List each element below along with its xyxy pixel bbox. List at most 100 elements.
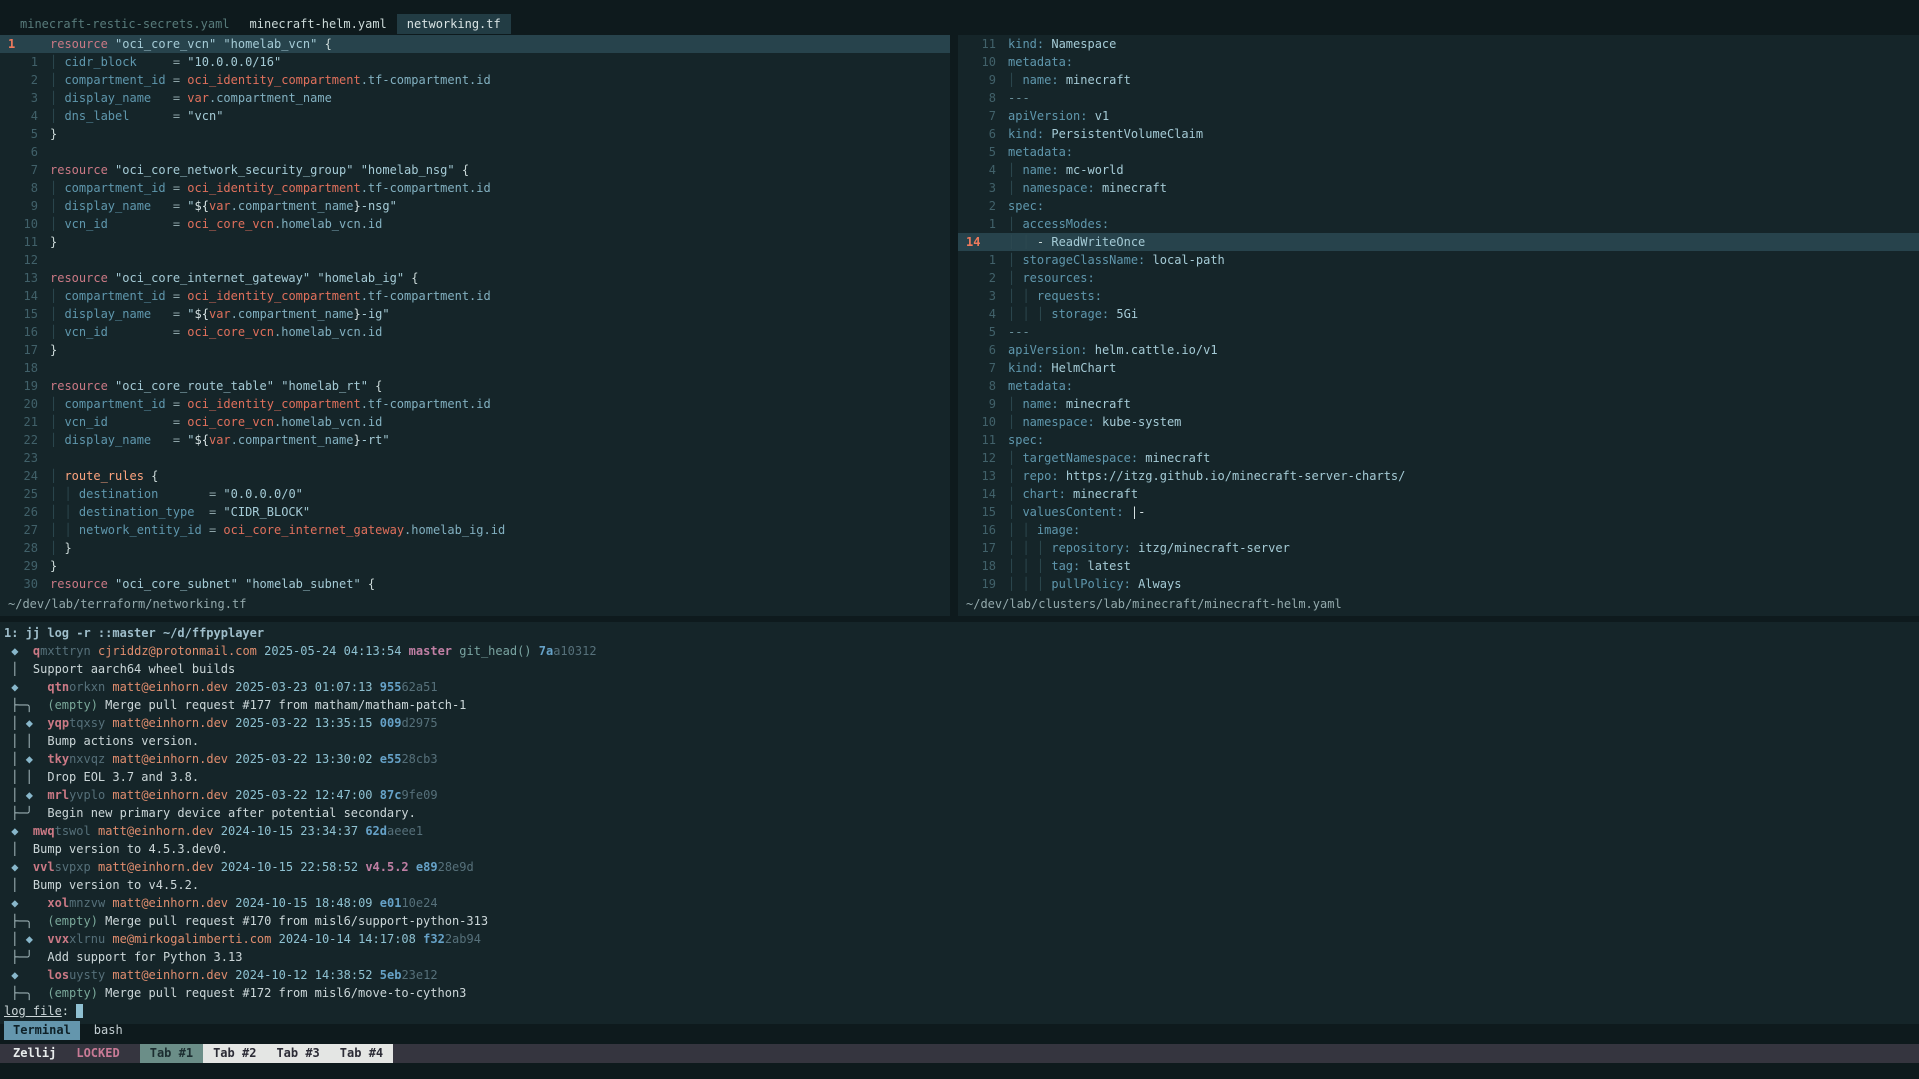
text-segment (18, 896, 47, 910)
text-segment (373, 680, 380, 694)
text-segment: │ │ (50, 523, 79, 537)
line-number: 19 (958, 575, 996, 593)
line-number: 14 (0, 287, 38, 305)
buffer-tab-minecraft-restic-secrets.yaml[interactable]: minecraft-restic-secrets.yaml (10, 14, 240, 34)
text-segment (373, 716, 380, 730)
log-row: ◆ qmxttryn cjriddz@protonmail.com 2025-0… (4, 642, 1919, 660)
text-segment: Always (1138, 577, 1181, 591)
text-segment: 1: jj log -r ::master ~/d/ffpyplayer (4, 626, 264, 640)
code-line: 16│ │ image: (958, 521, 1919, 539)
text-segment: .homelab_vcn.id (274, 325, 382, 339)
text-segment: = (209, 487, 223, 501)
text-segment: 87c (380, 788, 402, 802)
text-segment: latest (1088, 559, 1131, 573)
code-line: 1│ storageClassName: local-path (958, 251, 1919, 269)
text-segment: repo: (1022, 469, 1058, 483)
code-line: 19resource "oci_core_route_table" "homel… (0, 377, 950, 395)
line-number: 30 (0, 575, 38, 593)
text-segment: kind: (1008, 37, 1044, 51)
text-segment: 2024-10-15 18:48:09 (235, 896, 372, 910)
file-path: ~/dev/lab/terraform/networking.tf (8, 595, 246, 613)
text-segment: network_entity_id (79, 523, 202, 537)
editor-pane-terraform[interactable]: 1resource "oci_core_vcn" "homelab_vcn" {… (0, 35, 950, 616)
log-row: ◆ vvlsvpxp matt@einhorn.dev 2024-10-15 2… (4, 858, 1919, 876)
text-segment: .compartment_name (209, 91, 332, 105)
text-segment: │ │ │ (1008, 307, 1051, 321)
text-segment (91, 824, 98, 838)
text-segment: compartment_id (64, 73, 165, 87)
text-segment: } (64, 541, 71, 555)
text-segment: oci_core_vcn (187, 325, 274, 339)
text-segment: tqxsy (69, 716, 105, 730)
log-row: ├─╮ (empty) Merge pull request #172 from… (4, 984, 1919, 1002)
text-segment: } (354, 433, 361, 447)
text-segment (1124, 505, 1131, 519)
text-segment: oci_core_vcn (187, 217, 274, 231)
buffer-tab-minecraft-helm.yaml[interactable]: minecraft-helm.yaml (240, 14, 397, 34)
buffer-tab-networking.tf[interactable]: networking.tf (397, 14, 511, 34)
log-row: ◆ mwqtswol matt@einhorn.dev 2024-10-15 2… (4, 822, 1919, 840)
line-number: 1 (0, 35, 38, 53)
text-segment: minecraft (1102, 181, 1167, 195)
line-number: 22 (0, 431, 38, 449)
text-segment: "oci_core_network_security_group" (115, 163, 353, 177)
text-segment: mnzvw (69, 896, 105, 910)
text-segment: = (173, 217, 187, 231)
text-segment (238, 577, 245, 591)
text-segment (1131, 541, 1138, 555)
code-line: 2│ resources: (958, 269, 1919, 287)
text-segment (166, 397, 173, 411)
code-line: 13│ repo: https://itzg.github.io/minecra… (958, 467, 1919, 485)
line-number: 1 (958, 215, 996, 233)
text-segment: pullPolicy: (1051, 577, 1130, 591)
text-segment (1095, 181, 1102, 195)
log-row: │ │ Drop EOL 3.7 and 3.8. (4, 768, 1919, 786)
text-segment: metadata: (1008, 379, 1073, 393)
text-segment: .tf-compartment.id (361, 289, 491, 303)
text-segment: = (173, 415, 187, 429)
terminal-pane[interactable]: 1: jj log -r ::master ~/d/ffpyplayer ◆ q… (0, 622, 1919, 1024)
text-segment: │ │ (50, 487, 79, 501)
editor-pane-yaml[interactable]: 11kind: Namespace10metadata:9│ name: min… (958, 35, 1919, 616)
text-segment: 009 (380, 716, 402, 730)
text-segment (18, 842, 32, 856)
line-number: 8 (958, 89, 996, 107)
code-line: 18 (0, 359, 950, 377)
line-number: 15 (958, 503, 996, 521)
text-segment: "homelab_rt" (281, 379, 368, 393)
text-segment: chart: (1022, 487, 1065, 501)
line-number: 16 (0, 323, 38, 341)
text-segment: mxttryn (40, 644, 91, 658)
text-segment: cjriddz@protonmail.com (98, 644, 257, 658)
text-segment: name: (1022, 73, 1058, 87)
text-segment: " (187, 199, 194, 213)
text-segment: e55 (380, 752, 402, 766)
zellij-screen: minecraft-restic-secrets.yamlminecraft-h… (0, 0, 1919, 1079)
code-line: 10│ namespace: kube-system (958, 413, 1919, 431)
status-tab[interactable]: Tab #4 (330, 1044, 393, 1063)
log-row: │ ◆ vvxxlrnu me@mirkogalimberti.com 2024… (4, 930, 1919, 948)
text-segment: v1 (1095, 109, 1109, 123)
text-segment: display_name (64, 199, 151, 213)
text-segment: .compartment_name (231, 307, 354, 321)
zellij-status-bar: Zellij LOCKED Tab #1Tab #2Tab #3Tab #4 (0, 1044, 1919, 1063)
code-area: 1resource "oci_core_vcn" "homelab_vcn" {… (0, 35, 950, 593)
code-line: 17│ │ │ repository: itzg/minecraft-serve… (958, 539, 1919, 557)
text-segment: .tf-compartment.id (361, 397, 491, 411)
text-segment: helm.cattle.io/v1 (1095, 343, 1218, 357)
pane-title-badge: Terminal (4, 1021, 80, 1040)
text-segment: dns_label (64, 109, 129, 123)
line-number: 8 (0, 179, 38, 197)
status-tab[interactable]: Tab #1 (140, 1044, 203, 1063)
code-line: 14│ chart: minecraft (958, 485, 1919, 503)
code-line: 16│ vcn_id = oci_core_vcn.homelab_vcn.id (0, 323, 950, 341)
status-tab[interactable]: Tab #2 (203, 1044, 266, 1063)
text-segment: https://itzg.github.io/minecraft-server-… (1066, 469, 1406, 483)
text-segment: Bump actions version. (47, 734, 199, 748)
line-number: 11 (958, 35, 996, 53)
text-segment: .tf-compartment.id (361, 73, 491, 87)
log-row: │ Bump version to v4.5.2. (4, 876, 1919, 894)
text-segment: yvplo (69, 788, 105, 802)
status-tab[interactable]: Tab #3 (266, 1044, 329, 1063)
text-segment: │ │ (1008, 523, 1037, 537)
